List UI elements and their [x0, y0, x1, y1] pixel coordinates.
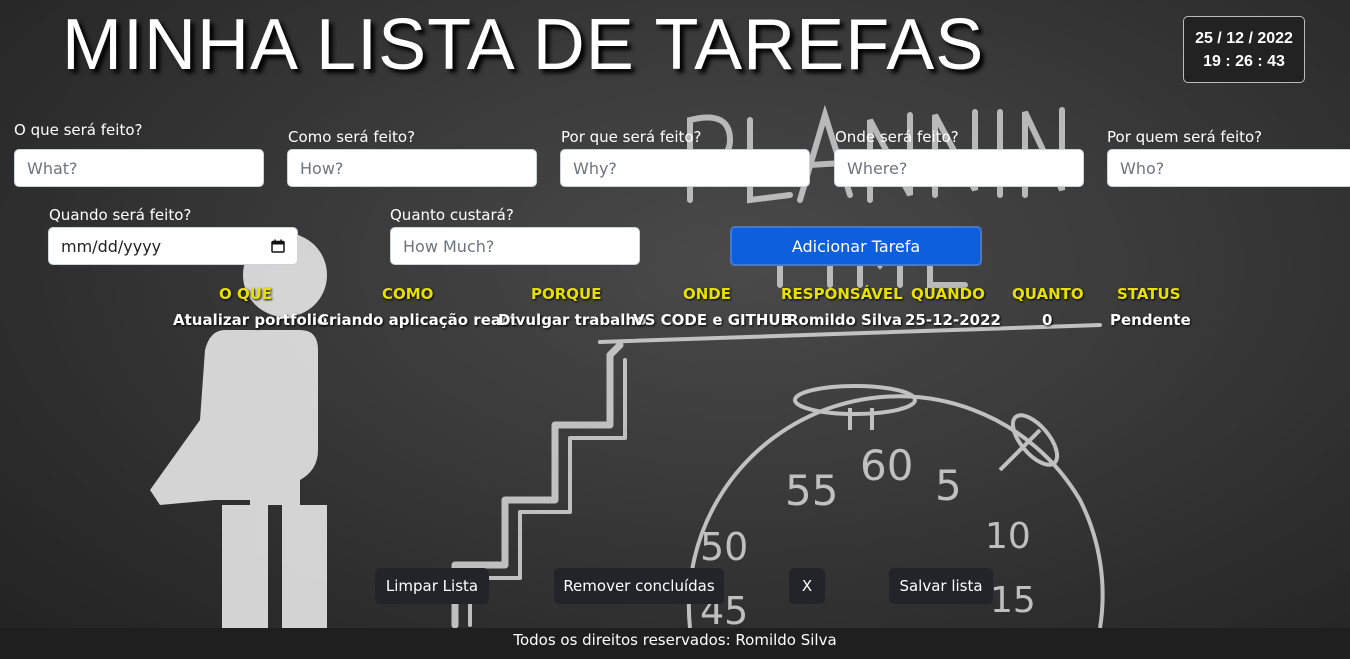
chalkboard-background: 55 60 5 10 15 50 45: [150, 104, 1105, 633]
add-task-button[interactable]: Adicionar Tarefa: [730, 226, 982, 266]
cell-how: Criando aplicação react: [318, 311, 518, 329]
svg-text:60: 60: [860, 441, 913, 490]
what-label: O que será feito?: [14, 121, 143, 139]
who-input[interactable]: [1107, 149, 1350, 187]
when-date-input[interactable]: mm/dd/yyyy: [48, 227, 298, 265]
date-time-clock: 25 / 12 / 2022 19 : 26 : 43: [1183, 16, 1305, 83]
cell-when: 25-12-2022: [905, 311, 1001, 329]
footer: Todos os direitos reservados: Romildo Si…: [0, 628, 1350, 659]
how-label: Como será feito?: [288, 128, 416, 146]
header-status: STATUS: [1117, 285, 1181, 303]
why-label: Por que será feito?: [561, 128, 702, 146]
svg-text:10: 10: [985, 516, 1031, 557]
how-much-input[interactable]: [390, 227, 640, 265]
what-input[interactable]: [14, 149, 264, 187]
svg-text:55: 55: [785, 466, 838, 515]
cell-status[interactable]: Pendente: [1110, 311, 1191, 329]
clock-date: 25 / 12 / 2022: [1195, 30, 1293, 47]
header-how-much: QUANTO: [1012, 285, 1084, 303]
cell-responsible: Romildo Silva: [787, 311, 903, 329]
header-why: PORQUE: [531, 285, 602, 303]
who-label: Por quem será feito?: [1107, 128, 1263, 146]
footer-text: Todos os direitos reservados: Romildo Si…: [513, 631, 837, 649]
close-button[interactable]: X: [789, 568, 825, 604]
svg-text:50: 50: [700, 525, 748, 569]
clear-list-button[interactable]: Limpar Lista: [375, 568, 489, 604]
how-much-label: Quanto custará?: [390, 206, 514, 224]
svg-text:15: 15: [990, 580, 1036, 621]
header-responsible: RESPONSÁVEL: [781, 285, 903, 303]
clock-time: 19 : 26 : 43: [1203, 53, 1285, 70]
header-where: ONDE: [683, 285, 732, 303]
page-title: MINHA LISTA DE TAREFAS: [62, 5, 985, 85]
header-what: O QUE: [219, 285, 273, 303]
date-placeholder: mm/dd/yyyy: [61, 236, 162, 256]
header-when: QUANDO: [911, 285, 985, 303]
header-how: COMO: [382, 285, 434, 303]
where-label: Onde será feito?: [835, 128, 959, 146]
calendar-icon[interactable]: [271, 239, 285, 253]
where-input[interactable]: [834, 149, 1084, 187]
svg-text:5: 5: [935, 461, 962, 510]
why-input[interactable]: [560, 149, 810, 187]
how-input[interactable]: [287, 149, 537, 187]
when-label: Quando será feito?: [49, 206, 192, 224]
cell-where: VS CODE e GITHUB: [633, 311, 793, 329]
cell-what: Atualizar portfolio: [173, 311, 328, 329]
remove-completed-button[interactable]: Remover concluídas: [554, 568, 724, 604]
cell-why: Divulgar trabalho: [498, 311, 647, 329]
cell-how-much: 0: [1042, 311, 1053, 329]
save-list-button[interactable]: Salvar lista: [889, 568, 993, 604]
